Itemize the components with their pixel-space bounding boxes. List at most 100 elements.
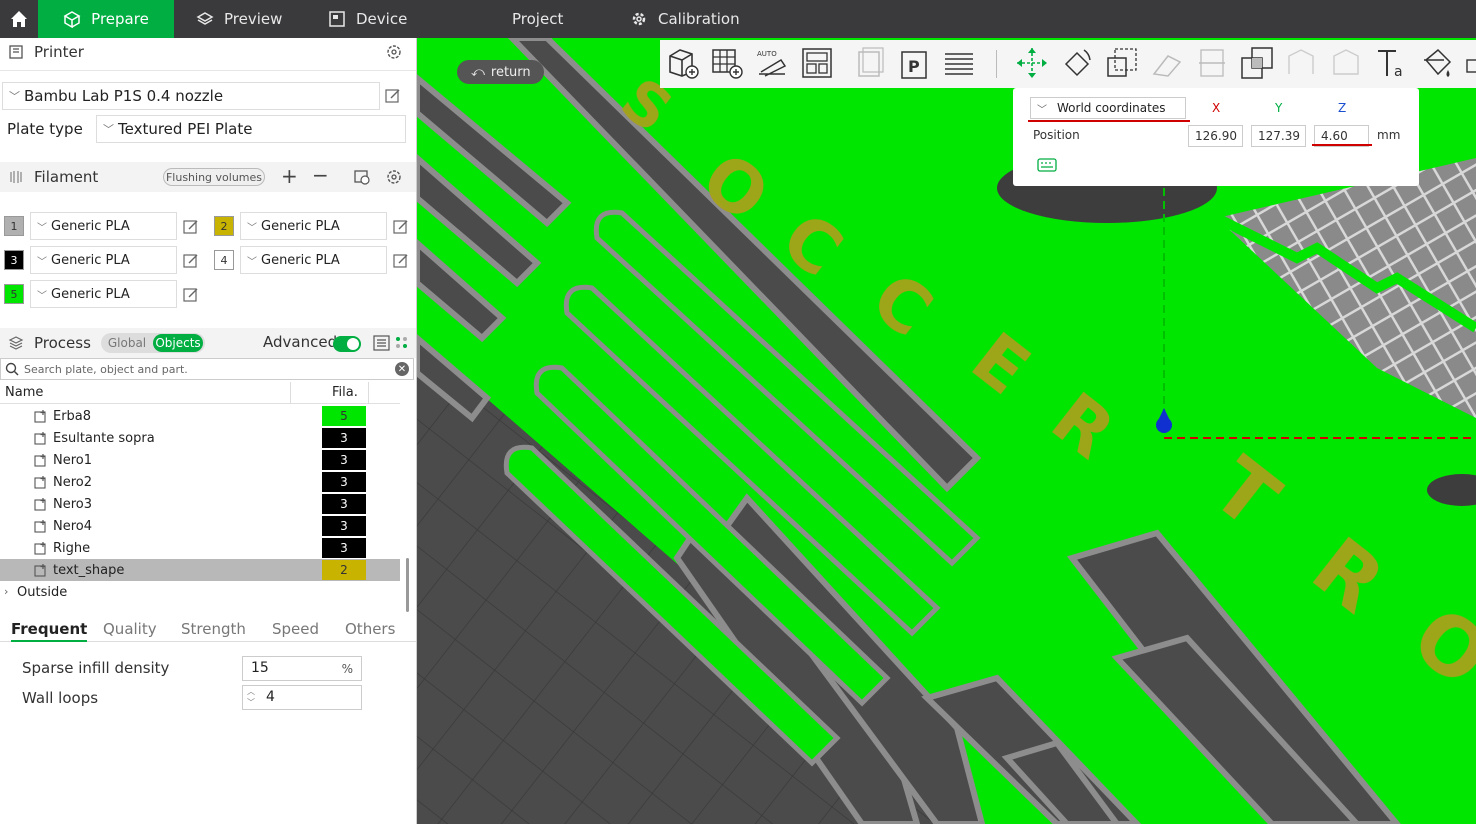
tab-quality[interactable]: Quality <box>103 620 157 638</box>
copy-icon[interactable] <box>853 46 887 80</box>
global-objects-toggle[interactable]: Global Objects <box>101 333 205 353</box>
printer-section-header: Printer <box>0 38 416 66</box>
filament-select[interactable]: ﹀ Generic PLA <box>240 212 387 240</box>
tab-prepare[interactable]: Prepare <box>38 0 174 38</box>
object-list-item[interactable]: Nero1 3 <box>0 449 400 471</box>
tab-others[interactable]: Others <box>345 620 395 638</box>
object-list-item[interactable]: Nero2 3 <box>0 471 400 493</box>
arrange-icon[interactable] <box>800 46 834 80</box>
paste-icon[interactable]: P <box>898 46 932 80</box>
add-filament-icon[interactable]: + <box>281 164 298 188</box>
tab-calibration[interactable]: Calibration <box>572 0 762 38</box>
filament-color-swatch[interactable]: 3 <box>4 250 24 270</box>
chevron-down-icon: ﹀ <box>9 90 20 103</box>
tab-strength[interactable]: Strength <box>181 620 246 638</box>
cut-icon[interactable] <box>1195 46 1229 80</box>
printer-settings-icon[interactable] <box>385 43 403 61</box>
edit-printer-icon[interactable] <box>385 88 401 104</box>
filament-color-swatch[interactable]: 2 <box>214 216 234 236</box>
filament-slot-1[interactable]: 1 ﹀ Generic PLA <box>4 212 177 240</box>
tab-speed[interactable]: Speed <box>272 620 319 638</box>
part-filament-badge[interactable]: 3 <box>322 516 366 536</box>
tab-preview[interactable]: Preview <box>174 0 306 38</box>
object-list-item[interactable]: text_shape 2 <box>0 559 400 581</box>
edit-filament-icon[interactable] <box>183 253 199 269</box>
flushing-volumes-button[interactable]: Flushing volumes <box>163 168 265 186</box>
objects-toggle-option[interactable]: Objects <box>153 334 203 352</box>
tab-frequent[interactable]: Frequent <box>11 620 88 642</box>
part-filament-badge[interactable]: 3 <box>322 450 366 470</box>
position-y-input[interactable]: 127.39 <box>1251 125 1306 147</box>
filament-settings-icon[interactable] <box>385 168 403 186</box>
add-object-icon[interactable] <box>666 46 700 80</box>
filament-select[interactable]: ﹀ Generic PLA <box>30 280 177 308</box>
edit-filament-icon[interactable] <box>393 253 409 269</box>
return-button[interactable]: ⤺ return <box>457 60 544 84</box>
seam-paint-icon[interactable] <box>1330 46 1364 80</box>
scale-icon[interactable] <box>1105 46 1139 80</box>
part-filament-badge[interactable]: 2 <box>322 560 366 580</box>
edit-filament-icon[interactable] <box>183 219 199 235</box>
advanced-toggle[interactable] <box>333 336 361 352</box>
plate-type-select[interactable]: ﹀ Textured PEI Plate <box>96 115 406 143</box>
filament-select[interactable]: ﹀ Generic PLA <box>240 246 387 274</box>
stepper-arrows-icon[interactable]: ︿ ﹀ <box>247 686 255 708</box>
tree-scrollbar[interactable] <box>406 558 409 612</box>
object-list-item[interactable]: Erba8 5 <box>0 405 400 427</box>
edit-filament-icon[interactable] <box>393 219 409 235</box>
auto-orient-icon[interactable]: AUTO <box>755 46 789 80</box>
filament-slot-3[interactable]: 3 ﹀ Generic PLA <box>4 246 177 274</box>
outside-group-row[interactable]: › Outside <box>0 582 400 604</box>
filament-select[interactable]: ﹀ Generic PLA <box>30 212 177 240</box>
part-filament-badge[interactable]: 3 <box>322 472 366 492</box>
keyboard-icon[interactable] <box>1037 158 1057 172</box>
home-icon[interactable] <box>0 0 38 38</box>
process-section-header: Process Global Objects Advanced <box>0 328 416 358</box>
sparse-infill-input[interactable]: 15 % <box>242 656 362 681</box>
object-list-item[interactable]: Nero3 3 <box>0 493 400 515</box>
tab-project[interactable]: Project <box>442 0 572 38</box>
part-filament-badge[interactable]: 3 <box>322 428 366 448</box>
rotate-icon[interactable] <box>1060 46 1094 80</box>
lay-on-face-icon[interactable] <box>1150 46 1184 80</box>
edit-filament-icon[interactable] <box>183 287 199 303</box>
filament-color-swatch[interactable]: 5 <box>4 284 24 304</box>
boolean-icon[interactable] <box>1240 46 1274 80</box>
position-x-input[interactable]: 126.90 <box>1188 125 1243 147</box>
move-icon[interactable] <box>1015 46 1049 80</box>
filament-number: 5 <box>10 287 18 301</box>
color-paint-icon[interactable] <box>1420 46 1454 80</box>
filament-color-swatch[interactable]: 4 <box>214 250 234 270</box>
filament-slot-5[interactable]: 5 ﹀ Generic PLA <box>4 280 177 308</box>
part-filament-badge[interactable]: 3 <box>322 494 366 514</box>
object-list-item[interactable]: Nero4 3 <box>0 515 400 537</box>
coordinate-system-select[interactable]: ﹀ World coordinates <box>1030 97 1186 119</box>
sync-filament-icon[interactable] <box>353 168 371 186</box>
process-icon <box>8 336 24 350</box>
global-toggle-option[interactable]: Global <box>101 336 153 350</box>
filament-slot-4[interactable]: 4 ﹀ Generic PLA <box>214 246 387 274</box>
list-view-icon[interactable] <box>373 334 391 352</box>
printer-select[interactable]: ﹀ Bambu Lab P1S 0.4 nozzle <box>2 82 380 110</box>
remove-filament-icon[interactable]: − <box>312 163 329 187</box>
object-search-input[interactable]: Search plate, object and part. ✕ <box>0 358 414 380</box>
layers-list-icon[interactable] <box>942 46 976 80</box>
wall-loops-stepper[interactable]: ︿ ﹀ 4 <box>242 685 362 710</box>
text-tool-icon[interactable]: a <box>1375 46 1409 80</box>
add-plate-icon[interactable] <box>710 46 744 80</box>
filament-select[interactable]: ﹀ Generic PLA <box>30 246 177 274</box>
grid-dots-icon[interactable] <box>395 336 409 350</box>
object-list-item[interactable]: Righe 3 <box>0 537 400 559</box>
support-paint-icon[interactable] <box>1285 46 1319 80</box>
filament-slot-2[interactable]: 2 ﹀ Generic PLA <box>214 212 387 240</box>
part-icon <box>34 564 46 577</box>
svg-text:P: P <box>908 57 920 76</box>
part-filament-badge[interactable]: 5 <box>322 406 366 426</box>
part-filament-badge[interactable]: 3 <box>322 538 366 558</box>
tab-device[interactable]: Device <box>306 0 442 38</box>
clear-search-icon[interactable]: ✕ <box>395 362 409 376</box>
more-tools-icon[interactable] <box>1465 46 1476 80</box>
object-list-item[interactable]: Esultante sopra 3 <box>0 427 400 449</box>
filament-color-swatch[interactable]: 1 <box>4 216 24 236</box>
part-name: Nero2 <box>53 474 93 490</box>
